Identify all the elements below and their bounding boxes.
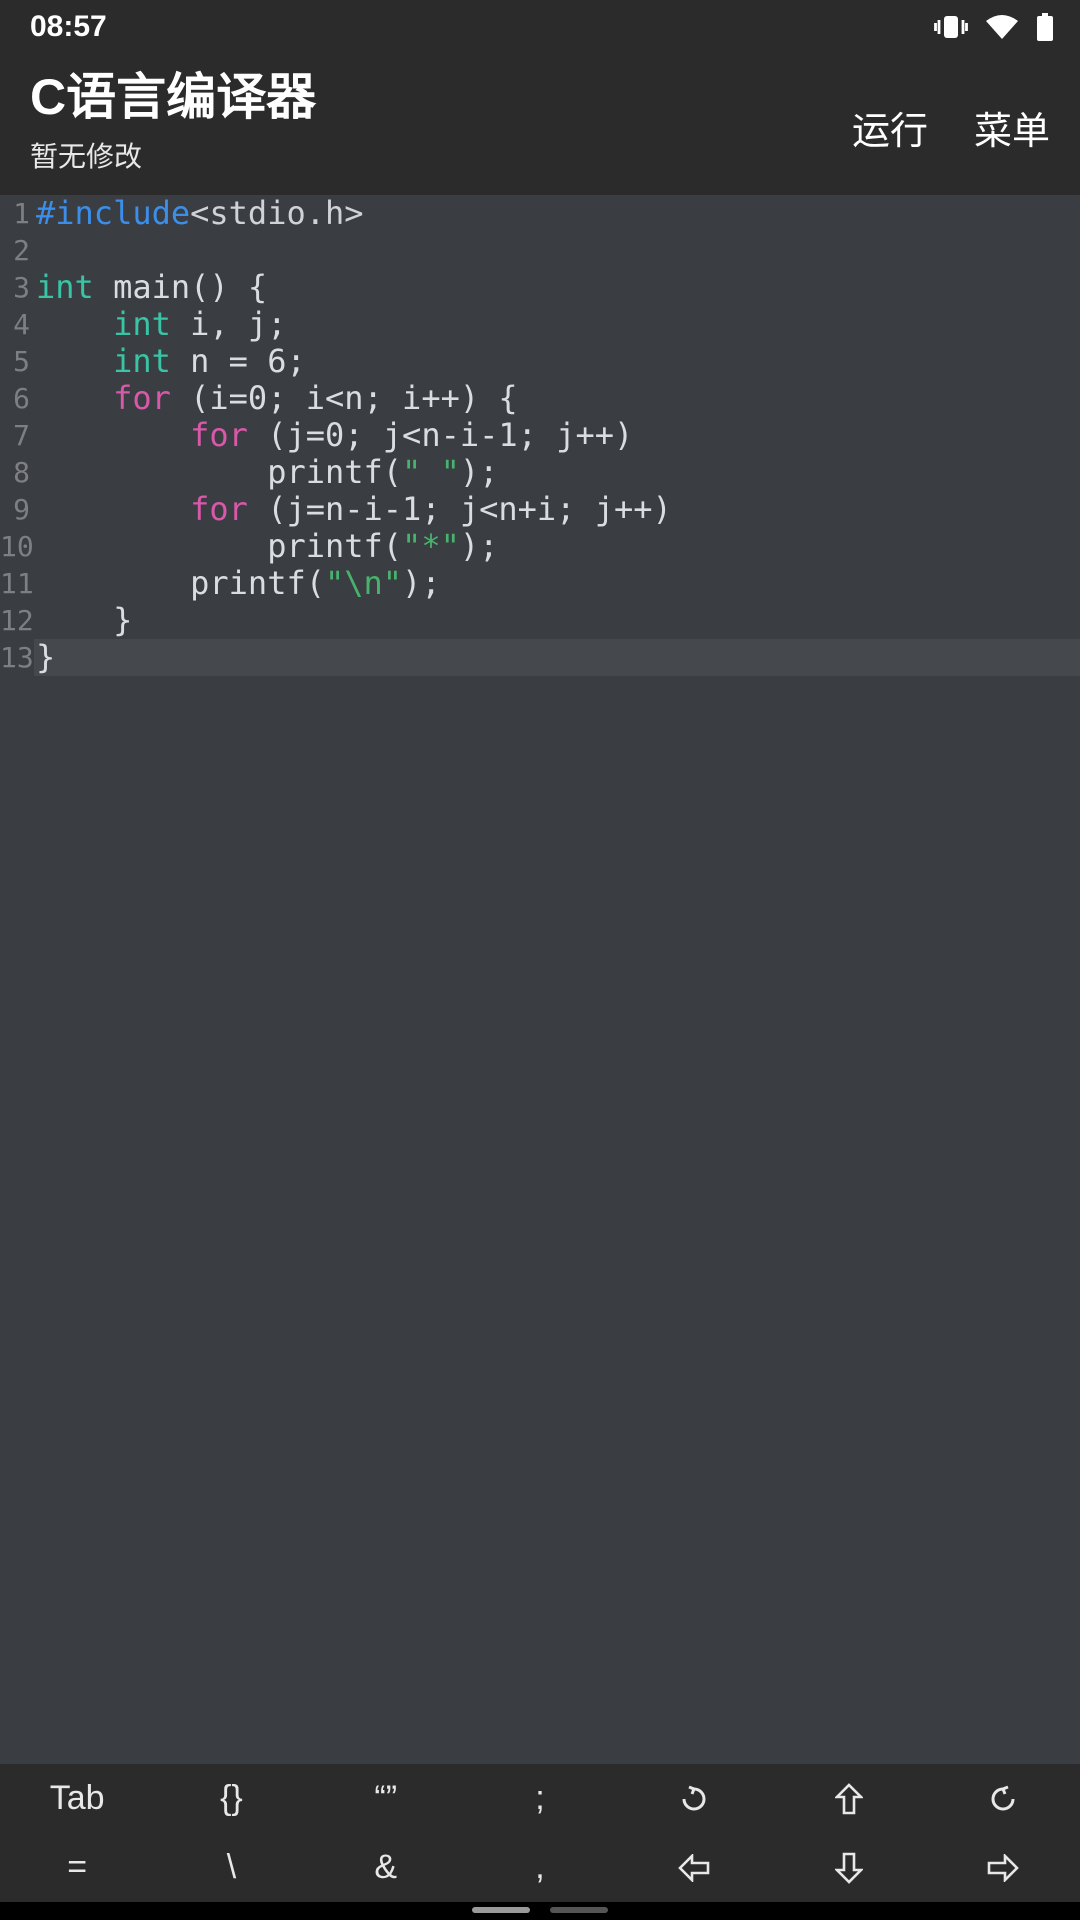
status-bar: 08:57 bbox=[0, 0, 1080, 54]
undo-icon bbox=[678, 1783, 710, 1815]
app-title: C语言编译器 bbox=[30, 70, 852, 125]
line-number: 3 bbox=[0, 269, 30, 306]
key-braces[interactable]: {} bbox=[154, 1764, 308, 1833]
run-button[interactable]: 运行 bbox=[852, 100, 928, 155]
code-line[interactable]: int n = 6; bbox=[34, 343, 1080, 380]
battery-icon bbox=[1036, 13, 1054, 41]
key-comma[interactable]: , bbox=[463, 1833, 617, 1902]
key-arrow-left[interactable] bbox=[617, 1833, 771, 1902]
code-line[interactable]: printf("\n"); bbox=[34, 565, 1080, 602]
line-number: 2 bbox=[0, 232, 30, 269]
line-number: 1 bbox=[0, 195, 30, 232]
code-line[interactable]: int i, j; bbox=[34, 306, 1080, 343]
arrow-down-icon bbox=[835, 1852, 863, 1884]
key-quotes[interactable]: “” bbox=[309, 1764, 463, 1833]
line-number: 8 bbox=[0, 454, 30, 491]
code-line[interactable]: for (i=0; i<n; i++) { bbox=[34, 380, 1080, 417]
key-arrow-down[interactable] bbox=[771, 1833, 925, 1902]
status-icons bbox=[934, 13, 1054, 41]
arrow-up-icon bbox=[835, 1783, 863, 1815]
code-line[interactable]: } bbox=[34, 602, 1080, 639]
line-number-gutter: 12345678910111213 bbox=[0, 195, 34, 676]
key-backslash[interactable]: \ bbox=[154, 1833, 308, 1902]
code-line[interactable] bbox=[34, 232, 1080, 269]
menu-button[interactable]: 菜单 bbox=[974, 100, 1050, 155]
line-number: 12 bbox=[0, 602, 30, 639]
code-line[interactable]: } bbox=[34, 639, 1080, 676]
nav-pill[interactable] bbox=[472, 1907, 530, 1913]
nav-pill-secondary[interactable] bbox=[550, 1907, 608, 1913]
code-line[interactable]: for (j=0; j<n-i-1; j++) bbox=[34, 417, 1080, 454]
line-number: 11 bbox=[0, 565, 30, 602]
line-number: 6 bbox=[0, 380, 30, 417]
code-editor[interactable]: 12345678910111213 #include<stdio.h>int m… bbox=[0, 195, 1080, 1764]
code-line[interactable]: printf("*"); bbox=[34, 528, 1080, 565]
key-ampersand[interactable]: & bbox=[309, 1833, 463, 1902]
code-line[interactable]: int main() { bbox=[34, 269, 1080, 306]
line-number: 5 bbox=[0, 343, 30, 380]
app-subtitle: 暂无修改 bbox=[30, 135, 852, 175]
line-number: 13 bbox=[0, 639, 30, 676]
status-time: 08:57 bbox=[30, 10, 107, 44]
redo-icon bbox=[987, 1783, 1019, 1815]
android-nav-bar bbox=[0, 1902, 1080, 1920]
code-line[interactable]: for (j=n-i-1; j<n+i; j++) bbox=[34, 491, 1080, 528]
vibrate-icon bbox=[934, 14, 968, 40]
arrow-left-icon bbox=[678, 1854, 710, 1882]
key-tab[interactable]: Tab bbox=[0, 1764, 154, 1833]
key-semicolon[interactable]: ; bbox=[463, 1764, 617, 1833]
line-number: 9 bbox=[0, 491, 30, 528]
code-line[interactable]: #include<stdio.h> bbox=[34, 195, 1080, 232]
keyboard-toolbar: Tab {} “” ; = \ & , bbox=[0, 1764, 1080, 1902]
code-content[interactable]: #include<stdio.h>int main() { int i, j; … bbox=[34, 195, 1080, 676]
key-arrow-right[interactable] bbox=[926, 1833, 1080, 1902]
key-arrow-up[interactable] bbox=[771, 1764, 925, 1833]
key-redo[interactable] bbox=[926, 1764, 1080, 1833]
line-number: 7 bbox=[0, 417, 30, 454]
line-number: 4 bbox=[0, 306, 30, 343]
key-equals[interactable]: = bbox=[0, 1833, 154, 1902]
wifi-icon bbox=[986, 15, 1018, 39]
line-number: 10 bbox=[0, 528, 30, 565]
code-line[interactable]: printf(" "); bbox=[34, 454, 1080, 491]
arrow-right-icon bbox=[987, 1854, 1019, 1882]
key-undo[interactable] bbox=[617, 1764, 771, 1833]
app-header: C语言编译器 暂无修改 运行 菜单 bbox=[0, 54, 1080, 195]
